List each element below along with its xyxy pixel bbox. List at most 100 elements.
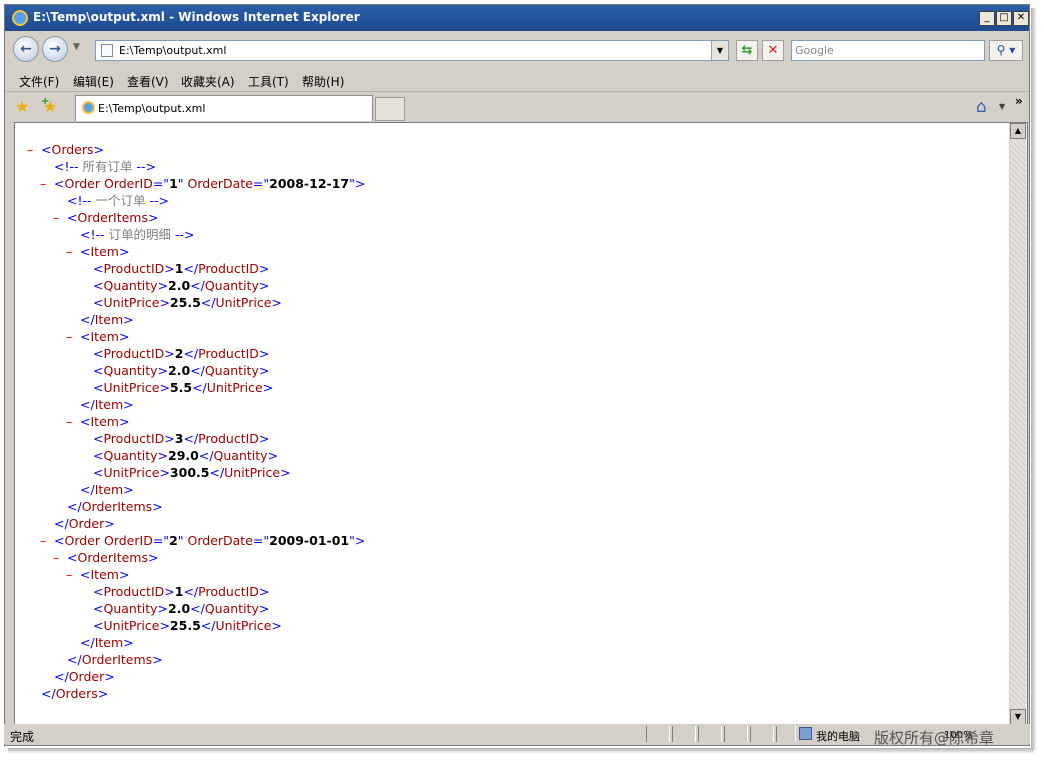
address-dropdown-icon[interactable]: ▼: [711, 41, 728, 60]
tab-bar: ★ ★ + E:\Temp\output.xml ⌂ ▼ »: [5, 92, 1029, 122]
xml-token: <: [80, 567, 91, 582]
close-button[interactable]: ✕: [1013, 11, 1029, 26]
menu-favorites[interactable]: 收藏夹(A): [181, 73, 235, 90]
collapse-toggle[interactable]: –: [40, 532, 54, 549]
collapse-toggle[interactable]: –: [66, 243, 80, 260]
xml-token: >: [93, 142, 105, 157]
xml-token: OrderItems: [77, 550, 148, 565]
minimize-button[interactable]: _: [979, 11, 995, 26]
stop-icon: ✕: [767, 43, 779, 58]
xml-token: >: [118, 329, 130, 344]
xml-line: – <Item>: [66, 243, 129, 260]
maximize-button[interactable]: □: [996, 11, 1012, 26]
xml-line: <ProductID>1</ProductID>: [79, 260, 269, 277]
collapse-toggle[interactable]: –: [66, 328, 80, 345]
xml-token: ": [177, 176, 188, 191]
xml-token: =": [152, 176, 170, 191]
collapse-toggle[interactable]: –: [53, 549, 67, 566]
xml-token: >: [97, 686, 109, 701]
xml-token: Item: [90, 567, 119, 582]
search-button[interactable]: ⚲ ▾: [989, 40, 1023, 61]
search-input[interactable]: Google: [791, 40, 985, 61]
xml-line: <ProductID>2</ProductID>: [79, 345, 269, 362]
xml-line: – <OrderItems>: [53, 209, 158, 226]
xml-line: <UnitPrice>25.5</UnitPrice>: [79, 617, 282, 634]
xml-token: UnitPrice: [215, 618, 272, 633]
xml-token: </: [80, 312, 95, 327]
title-bar[interactable]: E:\Temp\output.xml - Windows Internet Ex…: [5, 5, 1029, 31]
xml-token: Order: [68, 669, 105, 684]
status-pane: [776, 726, 796, 742]
xml-token: >: [164, 261, 175, 276]
collapse-toggle[interactable]: –: [40, 175, 54, 192]
xml-token: ">: [349, 533, 366, 548]
scroll-track[interactable]: [1010, 139, 1026, 709]
back-button[interactable]: ←: [13, 36, 39, 62]
xml-token: <: [67, 550, 78, 565]
menu-help[interactable]: 帮助(H): [302, 73, 344, 90]
xml-token: 2.0: [168, 278, 191, 293]
collapse-toggle[interactable]: –: [66, 566, 80, 583]
tab-label: E:\Temp\output.xml: [98, 102, 206, 115]
xml-token: </: [200, 618, 216, 633]
vertical-scrollbar[interactable]: ▲ ▼: [1009, 123, 1027, 725]
xml-token: 所有订单: [82, 159, 137, 174]
xml-token: </: [80, 397, 95, 412]
xml-token: <: [67, 210, 78, 225]
xml-line: </OrderItems>: [53, 498, 163, 515]
xml-token: =": [252, 533, 270, 548]
menu-bar: 文件(F) 编辑(E) 查看(V) 收藏夹(A) 工具(T) 帮助(H): [5, 69, 1029, 92]
forward-button[interactable]: →: [42, 36, 68, 62]
collapse-toggle[interactable]: –: [27, 141, 41, 158]
address-input[interactable]: E:\Temp\output.xml: [119, 44, 226, 57]
xml-token: Order OrderID: [64, 533, 153, 548]
xml-token: >: [271, 618, 282, 633]
collapse-toggle[interactable]: –: [66, 413, 80, 430]
xml-line: – <Order OrderID="2" OrderDate="2009-01-0…: [40, 532, 365, 549]
address-bar[interactable]: E:\Temp\output.xml ▼: [95, 40, 729, 61]
xml-token: 2008-12-17: [269, 176, 350, 191]
refresh-icon: ⇆: [741, 43, 753, 58]
xml-token: <!--: [67, 193, 96, 208]
xml-token: OrderItems: [77, 210, 148, 225]
xml-token: -->: [174, 227, 195, 242]
menu-view[interactable]: 查看(V): [127, 73, 169, 90]
menu-file[interactable]: 文件(F): [19, 73, 59, 90]
xml-token: UnitPrice: [103, 380, 160, 395]
home-dropdown-icon[interactable]: ▼: [999, 102, 1005, 111]
xml-line: </Orders>: [27, 685, 108, 702]
xml-token: >: [271, 295, 282, 310]
toolbar-overflow-chevron-icon[interactable]: »: [1015, 94, 1023, 108]
new-tab-button[interactable]: [375, 97, 405, 121]
tab-output-xml[interactable]: E:\Temp\output.xml: [75, 95, 373, 121]
xml-token: <: [80, 414, 91, 429]
xml-token: 300.5: [169, 465, 210, 480]
xml-line: <ProductID>1</ProductID>: [79, 583, 269, 600]
history-dropdown-icon[interactable]: ▼: [73, 42, 80, 52]
xml-token: <: [93, 601, 104, 616]
collapse-toggle[interactable]: –: [53, 209, 67, 226]
menu-tools[interactable]: 工具(T): [248, 73, 289, 90]
xml-token: </: [67, 499, 82, 514]
scroll-up-icon[interactable]: ▲: [1010, 123, 1026, 139]
xml-token: 5.5: [169, 380, 193, 395]
xml-token: =": [252, 176, 270, 191]
xml-token: >: [258, 601, 270, 616]
menu-edit[interactable]: 编辑(E): [73, 73, 114, 90]
xml-token: >: [147, 550, 159, 565]
xml-token: 2.0: [168, 363, 191, 378]
xml-line: – <Item>: [66, 328, 129, 345]
xml-token: >: [267, 448, 279, 463]
xml-token: Quantity: [103, 448, 158, 463]
xml-token: ProductID: [198, 346, 259, 361]
xml-token: Quantity: [213, 448, 268, 463]
xml-token: 2.0: [168, 601, 191, 616]
stop-button[interactable]: ✕: [762, 40, 784, 61]
favorites-star-icon[interactable]: ★: [15, 97, 29, 116]
scroll-down-icon[interactable]: ▼: [1010, 709, 1026, 725]
xml-line: – <Item>: [66, 413, 129, 430]
xml-token: </: [41, 686, 56, 701]
xml-token: UnitPrice: [224, 465, 281, 480]
home-icon[interactable]: ⌂: [976, 97, 987, 117]
refresh-button[interactable]: ⇆: [736, 40, 758, 61]
